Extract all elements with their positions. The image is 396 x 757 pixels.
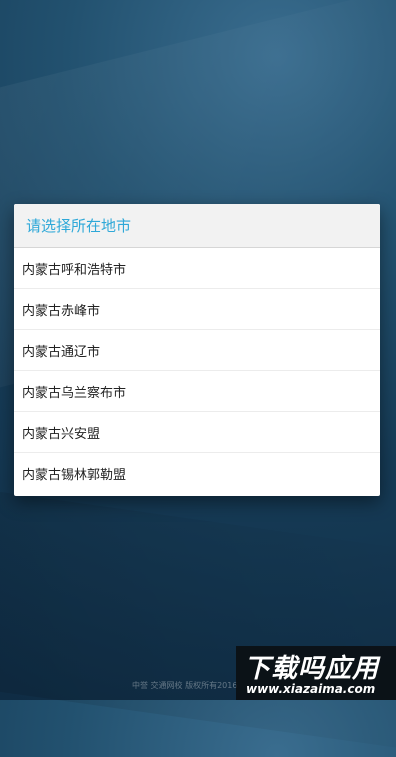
dialog-title: 请选择所在地市 [26,217,132,235]
city-item-chifeng[interactable]: 内蒙古赤峰市 [14,289,380,330]
city-item-tongliao[interactable]: 内蒙古通辽市 [14,330,380,371]
footer-copyright: 中誉 交通网校 版权所有2016 [132,681,238,690]
city-item-hinggan[interactable]: 内蒙古兴安盟 [14,412,380,453]
city-list: 内蒙古呼和浩特市 内蒙古赤峰市 内蒙古通辽市 内蒙古乌兰察布市 内蒙古兴安盟 内… [14,248,380,494]
background-shape [0,483,396,757]
city-item-hohhot[interactable]: 内蒙古呼和浩特市 [14,248,380,289]
watermark-title: 下载吗应用 [244,654,380,684]
watermark-logo: 下载吗应用 www.xiazaima.com [236,646,396,700]
dialog-header: 请选择所在地市 [14,204,380,248]
watermark-url: www.xiazaima.com [246,682,376,696]
city-item-xilingol[interactable]: 内蒙古锡林郭勒盟 [14,453,380,494]
city-select-dialog: 请选择所在地市 内蒙古呼和浩特市 内蒙古赤峰市 内蒙古通辽市 内蒙古乌兰察布市 … [14,204,380,496]
city-item-ulanqab[interactable]: 内蒙古乌兰察布市 [14,371,380,412]
